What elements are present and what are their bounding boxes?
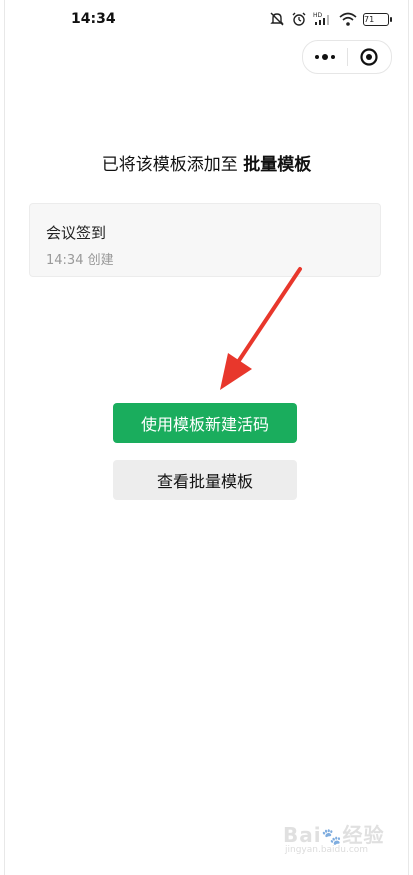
red-arrow-annotation <box>220 267 302 390</box>
frame-border-right <box>408 0 409 875</box>
template-created-info: 14:34 创建 <box>46 249 114 268</box>
status-bar: 14:34 HD 71 <box>0 0 413 40</box>
template-created-label: 创建 <box>87 253 114 268</box>
watermark-sub: jingyan.baidu.com <box>285 845 369 855</box>
status-time: 14:34 <box>71 11 116 27</box>
more-button[interactable] <box>303 41 347 73</box>
more-dots-icon <box>314 54 335 60</box>
message-highlight: 批量模板 <box>243 155 312 175</box>
create-code-from-template-button[interactable]: 使用模板新建活码 <box>113 403 297 443</box>
frame-border-left <box>4 0 5 875</box>
mute-icon <box>269 11 285 27</box>
alarm-icon <box>291 11 307 27</box>
wifi-icon <box>339 11 357 27</box>
battery-icon: 71 <box>363 12 392 26</box>
baidu-jingyan-watermark: Bai🐾经验 jingyan.baidu.com <box>283 815 403 863</box>
target-close-icon <box>360 48 378 66</box>
mini-program-capsule <box>302 40 392 74</box>
page: 14:34 HD 71 已将该模板添加至 批量模板 会议签到 14:34 创建 … <box>0 0 413 875</box>
hd-signal-icon: HD <box>313 11 333 27</box>
svg-text:HD: HD <box>313 12 323 19</box>
success-message: 已将该模板添加至 批量模板 <box>0 150 413 175</box>
template-title: 会议签到 <box>46 224 107 242</box>
status-icons: HD 71 <box>269 10 392 28</box>
view-batch-templates-button[interactable]: 查看批量模板 <box>113 460 297 500</box>
message-prefix: 已将该模板添加至 <box>101 155 244 175</box>
template-card[interactable]: 会议签到 14:34 创建 <box>29 203 381 277</box>
watermark-main: Bai🐾经验 <box>283 823 385 847</box>
template-created-time: 14:34 <box>46 253 84 268</box>
close-button[interactable] <box>348 41 392 73</box>
